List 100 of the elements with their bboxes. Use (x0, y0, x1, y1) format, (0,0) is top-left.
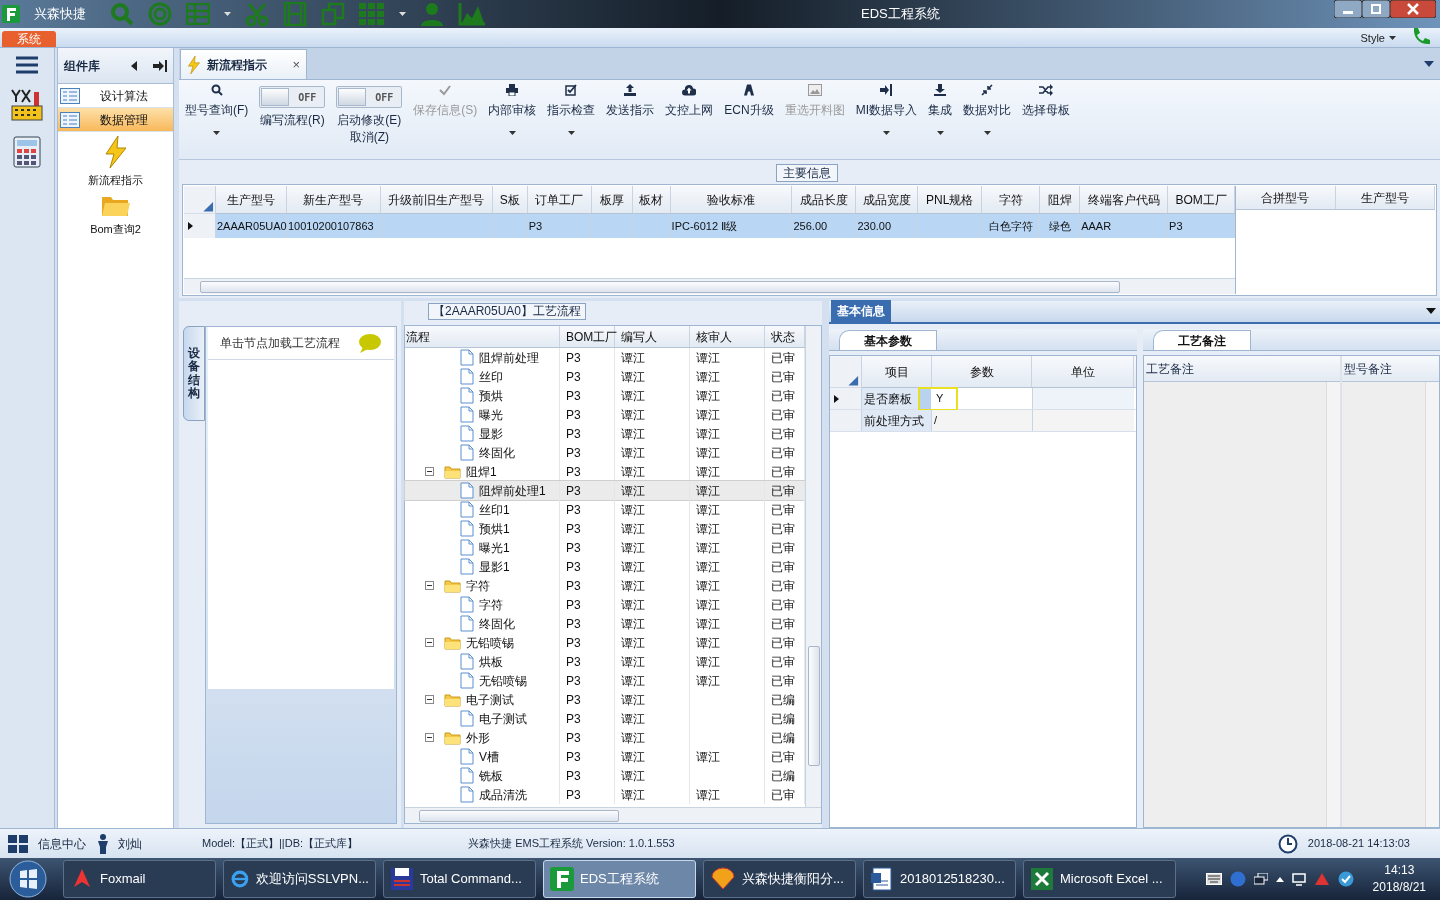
close-icon[interactable] (1390, 0, 1436, 18)
column-header[interactable]: 单位 (1032, 356, 1134, 387)
collapse-icon[interactable] (425, 733, 434, 742)
taskbar-button[interactable]: Foxmail (63, 860, 216, 898)
tree-row[interactable]: 阻焊前处理 P3 谭江 谭江 已审 (405, 348, 805, 367)
collapse-icon[interactable] (425, 581, 434, 590)
tree-row[interactable]: 电子测试 P3 谭江 已编 (405, 690, 805, 709)
column-header[interactable]: 字符 (982, 186, 1041, 213)
calculator-icon[interactable] (13, 136, 41, 168)
triangle-icon[interactable] (1313, 872, 1330, 886)
shield-icon[interactable] (1337, 871, 1354, 887)
grid-icon[interactable] (8, 834, 28, 853)
menu-icon[interactable] (16, 56, 38, 74)
toolbar-button[interactable]: 内部审核 (486, 84, 539, 135)
column-header[interactable]: 型号备注 (1342, 356, 1439, 382)
caret-icon[interactable] (399, 12, 406, 16)
tree-row[interactable]: 字符 P3 谭江 谭江 已审 (405, 595, 805, 614)
column-header[interactable]: 合拼型号 (1236, 186, 1336, 209)
document-tab[interactable]: 新流程指示 × (180, 49, 307, 79)
column-header[interactable]: 成品宽度 (856, 186, 919, 213)
toolbar-button[interactable]: 发送指示 (604, 84, 657, 119)
monitor-icon[interactable] (1291, 872, 1306, 886)
keyboard-icon[interactable] (1205, 873, 1222, 885)
tree-row[interactable]: 丝印1 P3 谭江 谭江 已审 (405, 500, 805, 519)
tree-row[interactable]: 无铅喷锡 P3 谭江 谭江 已审 (405, 671, 805, 690)
select-all-corner-icon[interactable] (184, 186, 216, 214)
column-header[interactable]: 工艺备注 (1144, 356, 1340, 382)
horizontal-scrollbar[interactable] (405, 807, 821, 823)
toolbar-button[interactable]: 选择母板 (1020, 84, 1072, 119)
column-header[interactable]: 流程 (405, 326, 560, 347)
collapse-left-icon[interactable] (131, 60, 137, 71)
cell-editor-field[interactable]: Y (918, 386, 958, 411)
panel-tab[interactable]: 基本参数 (839, 330, 937, 350)
toggle-switch[interactable]: OFF (336, 86, 403, 108)
taskbar-button[interactable]: 欢迎访问SSLVPN... (223, 860, 376, 898)
notes-field[interactable] (1144, 382, 1340, 827)
column-header[interactable]: 生产型号 (1335, 186, 1435, 209)
side-tab[interactable]: 设备结构 (183, 326, 205, 421)
tree-row[interactable]: 电子测试 P3 谭江 已编 (405, 709, 805, 728)
tree-row[interactable]: 外形 P3 谭江 已编 (405, 728, 805, 747)
toolbar-button[interactable]: MI数据导入 (853, 84, 919, 135)
column-header[interactable]: BOM工厂 (560, 326, 615, 347)
tree-row[interactable]: 阻焊前处理1 P3 谭江 谭江 已审 (405, 481, 805, 500)
toolbar-button[interactable]: ECN升级 (722, 84, 776, 119)
style-menu[interactable]: Style (1360, 29, 1396, 46)
column-header[interactable]: S板 (492, 186, 528, 213)
table-row[interactable]: 2AAAR05UA0 10010200107863 P3 IPC-6012 Ⅱ级 256.00 230.00 白色字符 绿色 AAAR P3 (184, 214, 1235, 238)
column-header[interactable]: PNL规格 (918, 186, 983, 213)
help-icon[interactable] (1229, 871, 1246, 887)
toolbar-button[interactable]: 指示检查 (545, 84, 598, 135)
tree-row[interactable]: 成品清洗 P3 谭江 谭江 已审 (405, 785, 805, 804)
column-header[interactable]: 升级前旧生产型号 (380, 186, 493, 213)
column-header[interactable]: 生产型号 (215, 186, 287, 213)
table-row[interactable]: 是否磨板 Y (830, 388, 1136, 410)
toggle-switch[interactable]: OFF (259, 86, 326, 108)
column-header[interactable]: BOM工厂 (1168, 186, 1235, 213)
start-button-icon[interactable] (8, 859, 48, 899)
toolbar-button[interactable]: 集成 (926, 84, 954, 135)
tree-row[interactable]: 终固化 P3 谭江 谭江 已审 (405, 443, 805, 462)
column-header[interactable]: 订单工厂 (527, 186, 592, 213)
horizontal-scrollbar[interactable] (184, 278, 1235, 294)
column-header[interactable]: 终端客户代码 (1080, 186, 1169, 213)
collapse-icon[interactable] (425, 638, 434, 647)
caret-icon[interactable] (1426, 308, 1436, 314)
taskbar-button[interactable]: 兴森快捷衡阳分... (703, 860, 856, 898)
column-header[interactable]: 验收标准 (670, 186, 793, 213)
component-tool[interactable]: Bom查询2 (58, 192, 173, 237)
tree-row[interactable]: 字符 P3 谭江 谭江 已审 (405, 576, 805, 595)
tree-row[interactable]: 显影 P3 谭江 谭江 已审 (405, 424, 805, 443)
taskbar-button[interactable]: EDS工程系统 (543, 860, 696, 898)
caret-icon[interactable] (1275, 876, 1284, 882)
close-tab-button[interactable]: × (292, 54, 300, 75)
column-header[interactable]: 板厚 (591, 186, 633, 213)
restore-icon[interactable] (1362, 0, 1390, 18)
tree-row[interactable]: 烘板 P3 谭江 谭江 已审 (405, 652, 805, 671)
tree-row[interactable]: 终固化 P3 谭江 谭江 已审 (405, 614, 805, 633)
component-item[interactable]: 数据管理 (58, 108, 173, 132)
tree-row[interactable]: V槽 P3 谭江 谭江 已审 (405, 747, 805, 766)
toolbar-button[interactable]: 型号查询(F) (183, 84, 251, 135)
column-header[interactable]: 新生产型号 (286, 186, 381, 213)
taskbar-button[interactable]: Total Command... (383, 860, 536, 898)
tree-row[interactable]: 铣板 P3 谭江 已编 (405, 766, 805, 785)
clock-date[interactable]: 2018/8/21 (1372, 879, 1426, 896)
collapse-icon[interactable] (425, 695, 434, 704)
tree-row[interactable]: 显影1 P3 谭江 谭江 已审 (405, 557, 805, 576)
tree-row[interactable]: 预烘1 P3 谭江 谭江 已审 (405, 519, 805, 538)
toolbar-button[interactable]: 数据对比 (961, 84, 1013, 135)
minimize-icon[interactable] (1334, 0, 1362, 18)
column-header[interactable]: 板材 (632, 186, 671, 213)
tree-row[interactable]: 曝光 P3 谭江 谭江 已审 (405, 405, 805, 424)
column-header[interactable]: 成品长度 (792, 186, 857, 213)
taskbar-button[interactable]: Microsoft Excel ... (1023, 860, 1176, 898)
collapse-icon[interactable] (425, 467, 434, 476)
table-row[interactable]: 前处理方式 / (830, 410, 1136, 432)
pin-icon[interactable] (153, 59, 167, 72)
panel-tab[interactable]: 基本信息 (831, 300, 891, 322)
factory-icon[interactable] (10, 88, 44, 122)
windows-icon[interactable] (1253, 873, 1268, 885)
taskbar-button[interactable]: 2018012518230... (863, 860, 1016, 898)
component-tool[interactable]: 新流程指示 (58, 136, 173, 189)
